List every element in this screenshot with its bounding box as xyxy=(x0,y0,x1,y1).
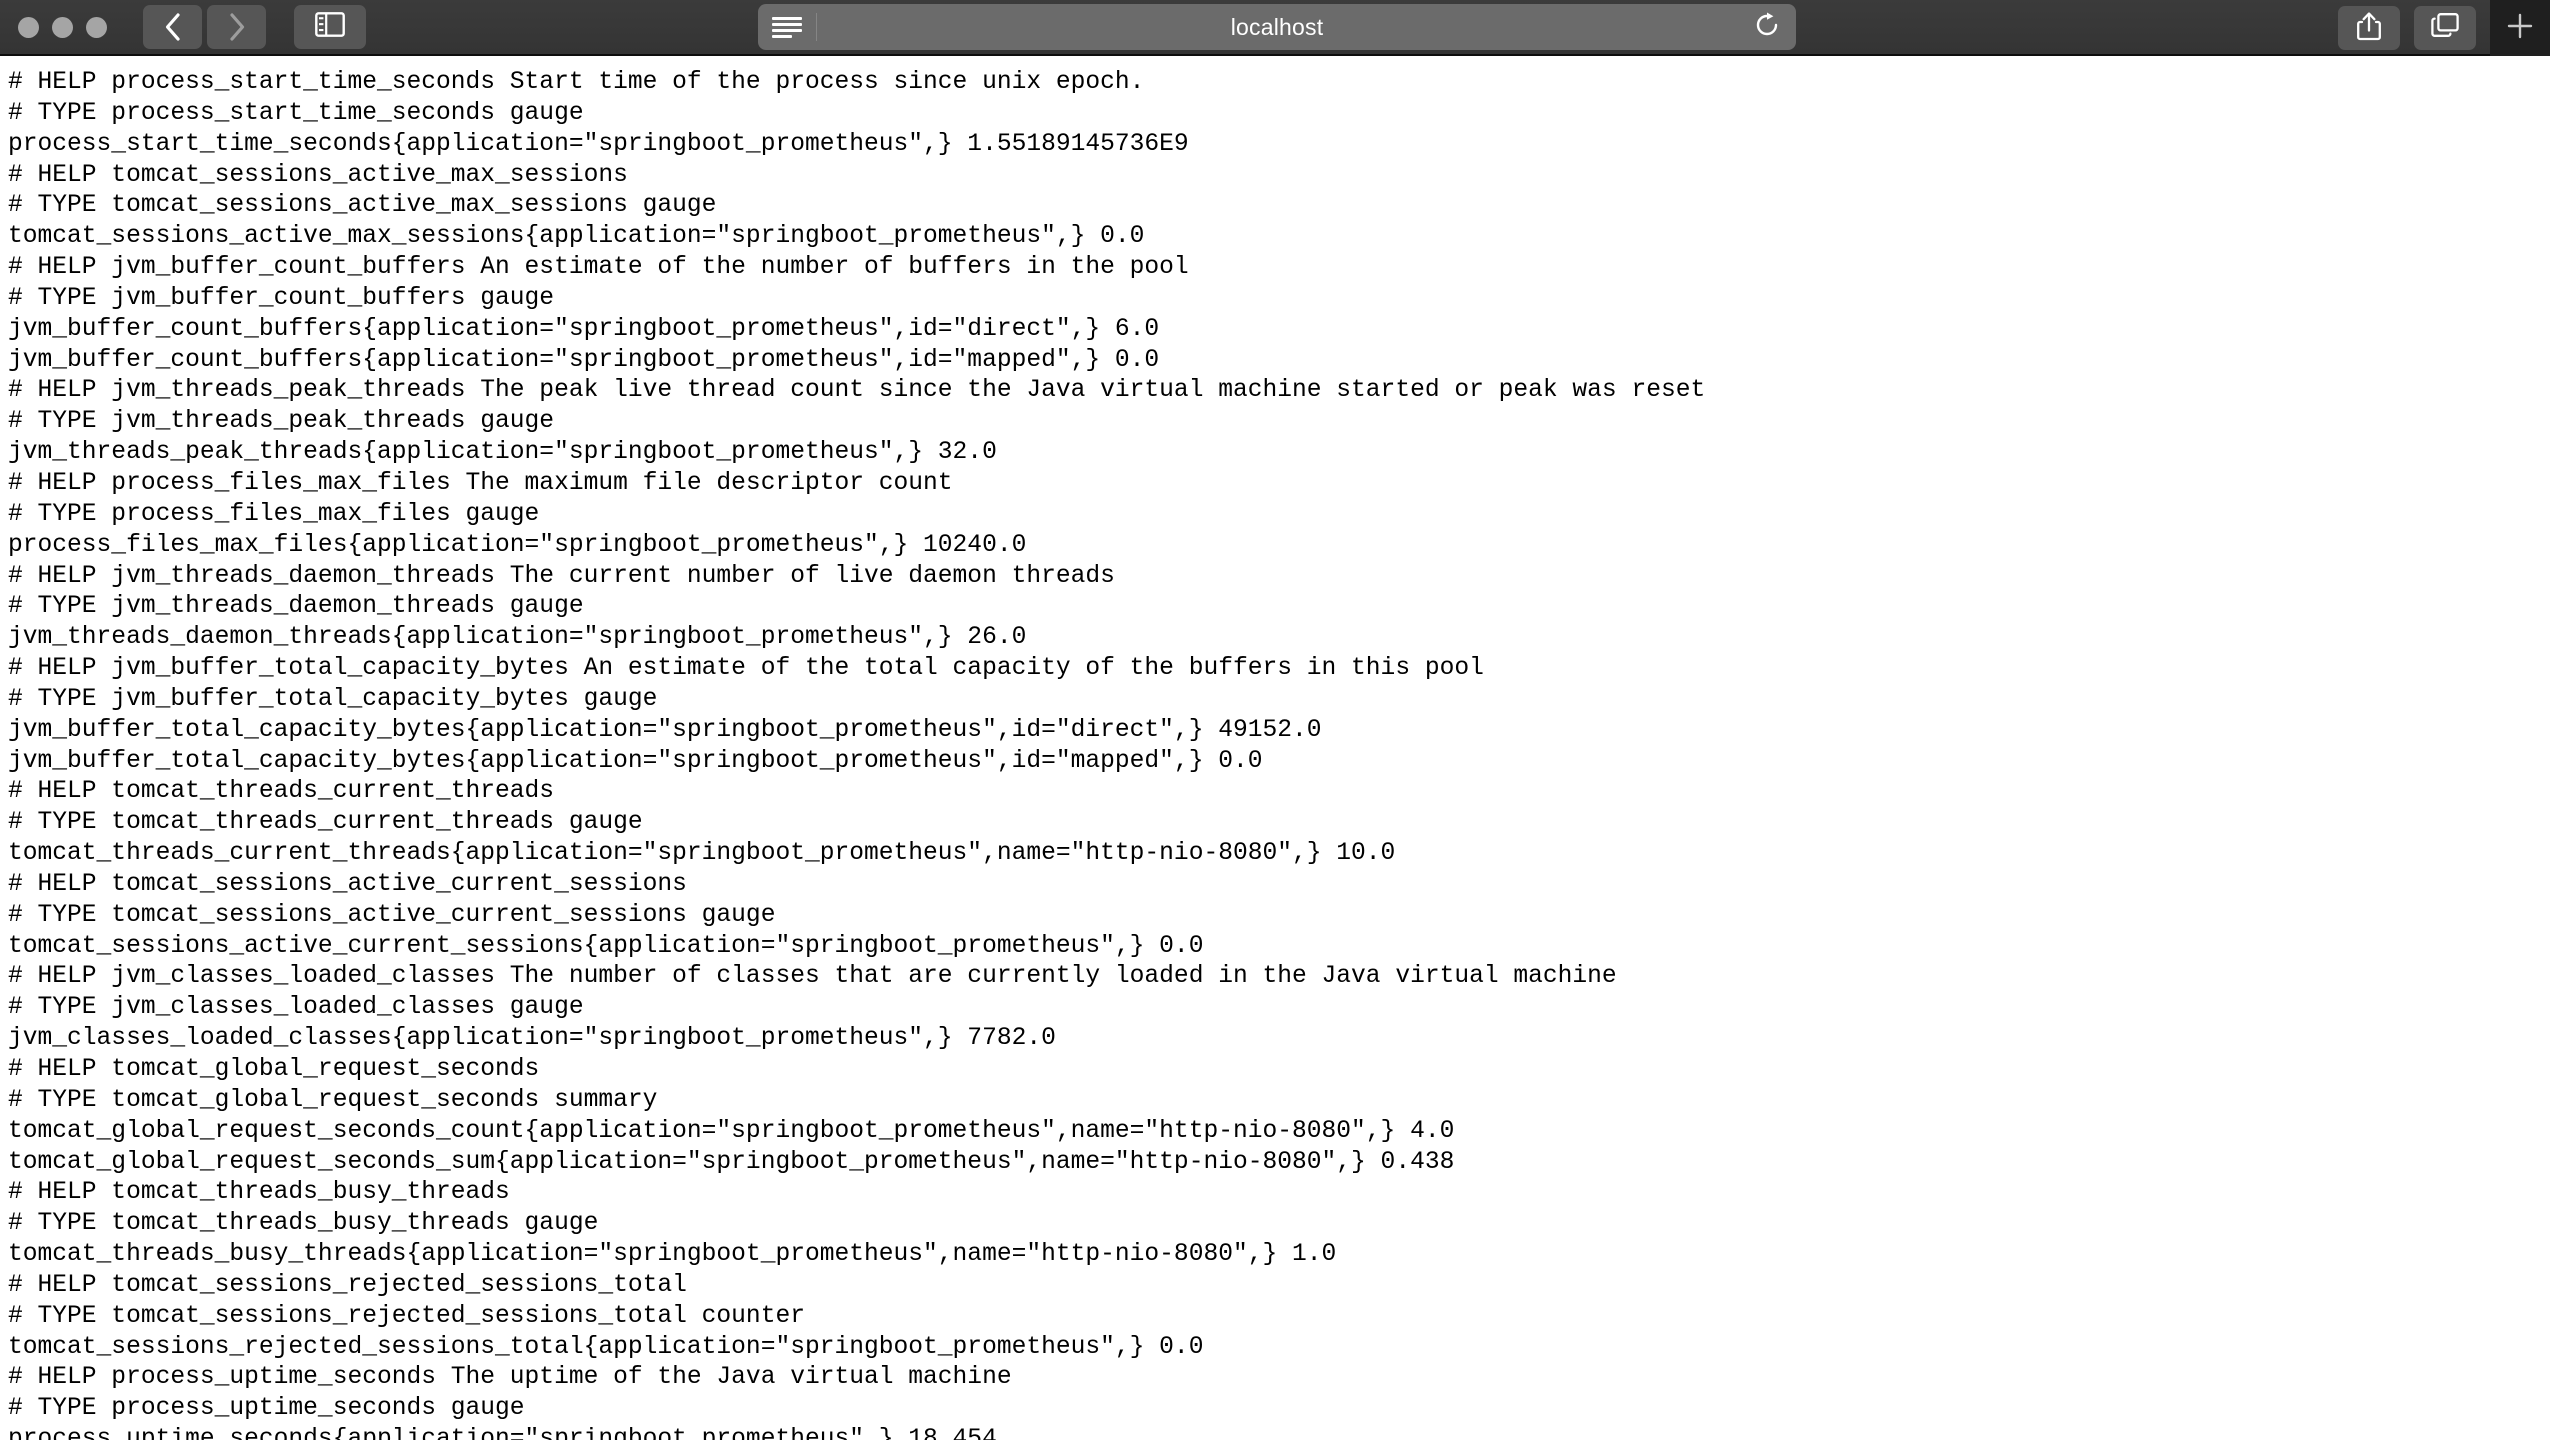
minimize-window-button[interactable] xyxy=(52,16,73,38)
address-bar-divider xyxy=(816,13,817,41)
address-bar-text[interactable]: localhost xyxy=(758,14,1796,41)
plus-icon xyxy=(2505,11,2535,46)
chevron-left-icon xyxy=(163,12,183,42)
back-button[interactable] xyxy=(143,5,202,49)
close-window-button[interactable] xyxy=(18,16,39,38)
share-icon xyxy=(2356,11,2382,46)
chevron-right-icon xyxy=(227,12,247,42)
reload-icon xyxy=(1754,12,1780,43)
toolbar-right-buttons xyxy=(2338,0,2550,56)
browser-window: localhost # HELP process_start_time_seco… xyxy=(0,0,2550,1440)
page-content-area[interactable]: # HELP process_start_time_seconds Start … xyxy=(0,58,2550,1440)
share-button[interactable] xyxy=(2338,6,2400,50)
window-traffic-lights xyxy=(18,16,107,38)
forward-button[interactable] xyxy=(207,5,266,49)
reader-view-icon[interactable] xyxy=(772,15,802,39)
prometheus-metrics-text: # HELP process_start_time_seconds Start … xyxy=(8,69,1706,1440)
browser-toolbar: localhost xyxy=(0,0,2550,56)
tab-overview-button[interactable] xyxy=(2414,6,2476,50)
sidebar-toggle-button[interactable] xyxy=(294,5,366,49)
address-bar-field[interactable]: localhost xyxy=(758,4,1796,50)
reload-button[interactable] xyxy=(1752,12,1782,42)
new-tab-button[interactable] xyxy=(2490,0,2550,56)
zoom-window-button[interactable] xyxy=(86,16,107,38)
address-bar[interactable]: localhost xyxy=(758,4,1796,50)
tab-overview-icon xyxy=(2430,12,2460,45)
navigation-buttons xyxy=(143,5,266,49)
sidebar-icon xyxy=(315,12,345,42)
